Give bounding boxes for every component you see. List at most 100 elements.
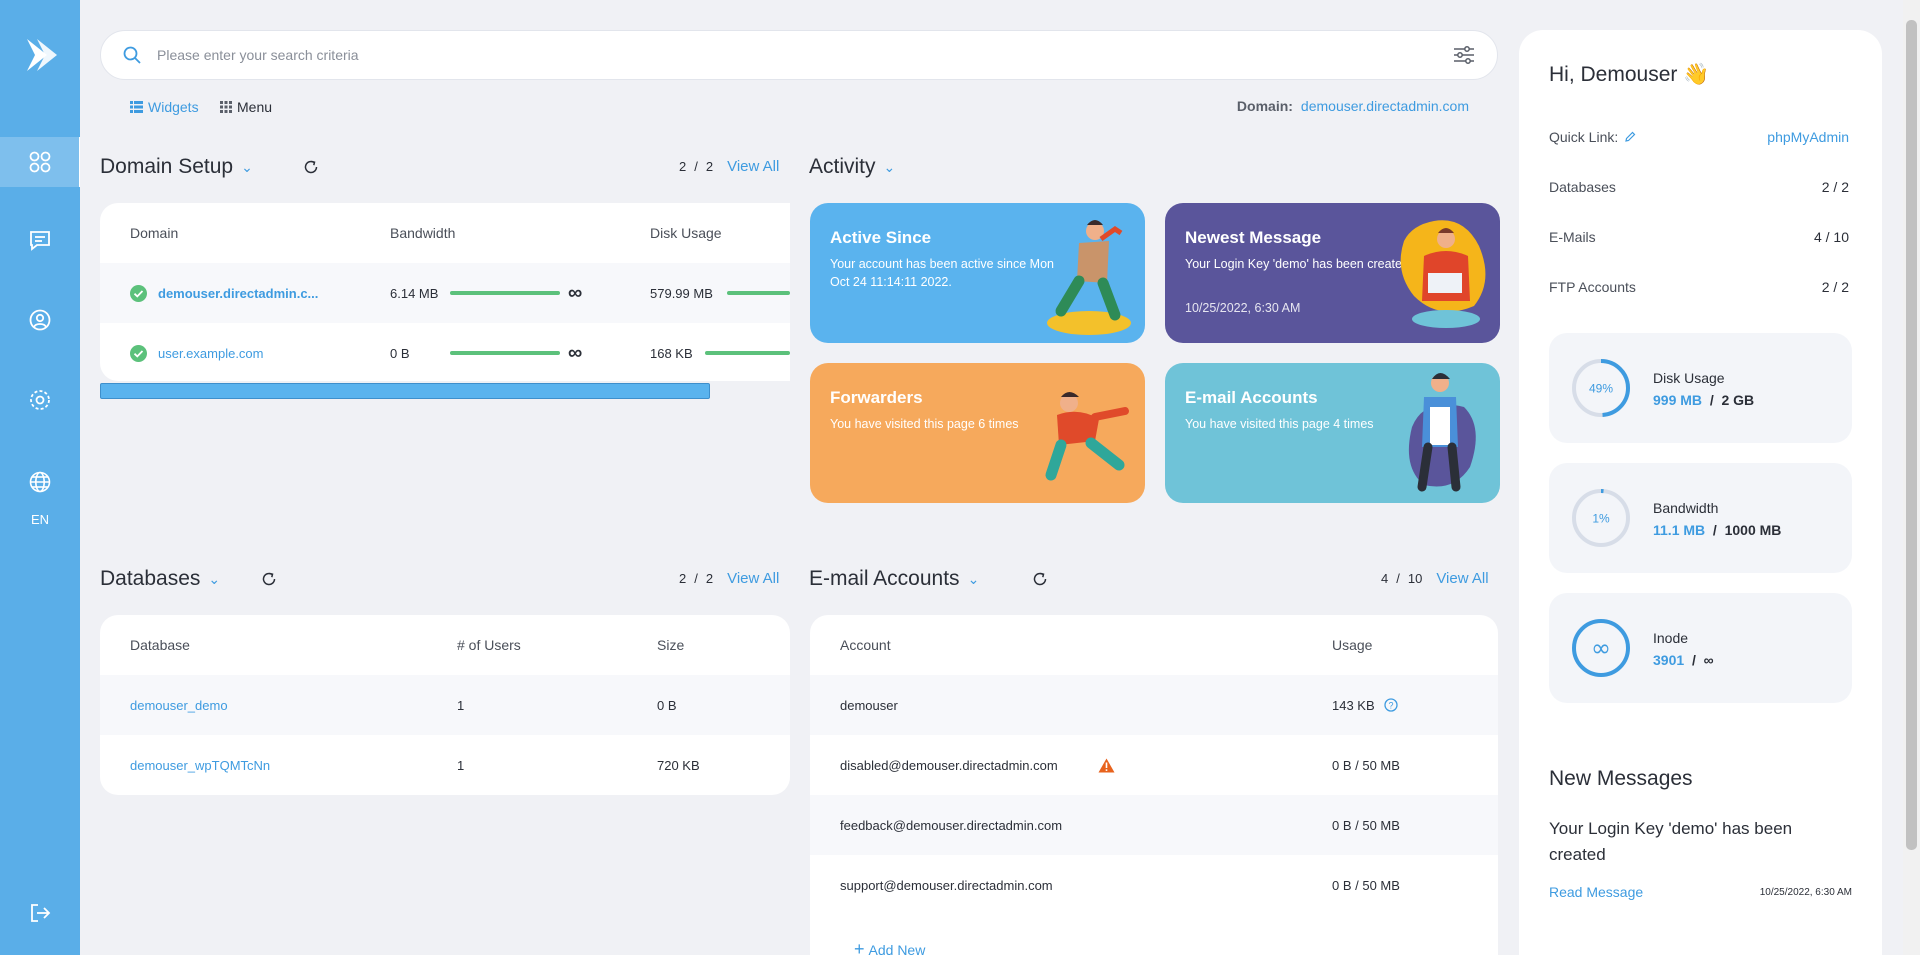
database-link[interactable]: demouser_wpTQMTcNn xyxy=(130,758,270,773)
counter-slash: / xyxy=(694,159,698,174)
bandwidth-bar xyxy=(450,291,560,295)
counter-slash: / xyxy=(694,571,698,586)
warning-icon xyxy=(1098,758,1115,772)
settings-icon[interactable] xyxy=(0,375,80,425)
bandwidth-card[interactable]: 1% Bandwidth 11.1 MB / 1000 MB xyxy=(1549,463,1852,573)
table-row[interactable]: feedback@demouser.directadmin.com 0 B / … xyxy=(810,795,1498,855)
account-name[interactable]: support@demouser.directadmin.com xyxy=(840,878,1053,893)
table-row[interactable]: support@demouser.directadmin.com 0 B / 5… xyxy=(810,855,1498,915)
table-row[interactable]: demouser 143 KB ? xyxy=(810,675,1498,735)
refresh-icon[interactable] xyxy=(261,571,277,587)
databases-count: 2 xyxy=(679,571,687,586)
databases-title-text: Databases xyxy=(100,567,201,590)
domain-selector[interactable]: Domain: demouser.directadmin.com xyxy=(1237,98,1469,114)
refresh-icon[interactable] xyxy=(303,159,319,175)
column-header-disk-usage[interactable]: Disk Usage xyxy=(650,225,722,241)
quick-link-value[interactable]: phpMyAdmin xyxy=(1767,129,1849,145)
column-header-account[interactable]: Account xyxy=(840,637,891,653)
users-value: 1 xyxy=(457,697,465,713)
svg-text:?: ? xyxy=(1388,700,1393,710)
table-row[interactable]: demouser.directadmin.c... 6.14 MB ∞ 579.… xyxy=(100,263,790,323)
domain-value[interactable]: demouser.directadmin.com xyxy=(1301,98,1469,114)
domain-counter: 2 / 2 View All xyxy=(679,158,779,175)
database-link[interactable]: demouser_demo xyxy=(130,698,228,713)
table-row[interactable]: disabled@demouser.directadmin.com 0 B / … xyxy=(810,735,1498,795)
stat-row-emails: E-Mails 4 / 10 xyxy=(1549,229,1849,245)
table-row[interactable]: demouser_wpTQMTcNn 1 720 KB xyxy=(100,735,790,795)
page-scrollbar-thumb[interactable] xyxy=(1906,20,1917,850)
email-accounts-card[interactable]: E-mail Accounts You have visited this pa… xyxy=(1165,363,1500,503)
table-row[interactable]: user.example.com 0 B ∞ 168 KB xyxy=(100,323,790,381)
read-message-link[interactable]: Read Message xyxy=(1549,884,1643,900)
person-laptop-illustration xyxy=(1400,220,1486,328)
account-name[interactable]: feedback@demouser.directadmin.com xyxy=(840,818,1062,833)
disk-usage-ring: 49% xyxy=(1572,359,1630,417)
column-header-database[interactable]: Database xyxy=(130,637,190,653)
quick-link-row: Quick Link: phpMyAdmin xyxy=(1549,129,1849,145)
disk-bar xyxy=(727,291,790,295)
infinity-icon: ∞ xyxy=(568,281,583,304)
help-icon[interactable]: ? xyxy=(1384,698,1398,712)
greeting: Hi, Demouser 👋 xyxy=(1549,63,1710,86)
disk-usage-card[interactable]: 49% Disk Usage 999 MB / 2 GB xyxy=(1549,333,1852,443)
search-input[interactable] xyxy=(157,47,1453,63)
infinity-icon: ∞ xyxy=(568,341,583,364)
activity-title[interactable]: Activity ⌄ xyxy=(809,155,895,179)
account-name[interactable]: demouser xyxy=(840,698,898,713)
disk-bar xyxy=(705,351,790,355)
message-icon[interactable] xyxy=(0,215,80,265)
size-value: 0 B xyxy=(657,697,677,713)
message-text[interactable]: Your Login Key 'demo' has been created xyxy=(1549,816,1839,868)
databases-title[interactable]: Databases ⌄ xyxy=(100,567,220,591)
refresh-icon[interactable] xyxy=(1032,571,1048,587)
dashboard-icon[interactable] xyxy=(0,137,80,187)
card-title: Active Since xyxy=(830,228,932,247)
menu-view-button[interactable]: Menu xyxy=(220,99,272,115)
page-scrollbar-track[interactable] xyxy=(1903,0,1920,955)
language-label[interactable]: EN xyxy=(0,512,80,527)
email-table: Account Usage demouser 143 KB ? disabled… xyxy=(810,615,1498,955)
domain-link[interactable]: demouser.directadmin.c... xyxy=(158,286,318,301)
bandwidth-bar xyxy=(450,351,560,355)
grid-icon xyxy=(220,101,232,113)
logout-icon[interactable] xyxy=(0,888,80,938)
databases-total: 2 xyxy=(705,571,714,586)
card-text: Your Login Key 'demo' has been created xyxy=(1185,257,1409,271)
email-accounts-title-text: E-mail Accounts xyxy=(809,567,960,590)
domain-link[interactable]: user.example.com xyxy=(158,346,264,361)
disk-value: 168 KB xyxy=(650,345,693,361)
forwarders-card[interactable]: Forwarders You have visited this page 6 … xyxy=(810,363,1145,503)
globe-icon[interactable] xyxy=(0,457,80,507)
active-since-card[interactable]: Active Since Your account has been activ… xyxy=(810,203,1145,343)
card-date: 10/25/2022, 6:30 AM xyxy=(1185,301,1301,315)
filter-icon[interactable] xyxy=(1453,45,1475,65)
table-row[interactable]: demouser_demo 1 0 B xyxy=(100,675,790,735)
newest-message-card[interactable]: Newest Message Your Login Key 'demo' has… xyxy=(1165,203,1500,343)
email-accounts-title[interactable]: E-mail Accounts ⌄ xyxy=(809,567,979,591)
bandwidth-ring: 1% xyxy=(1572,489,1630,547)
databases-view-all-link[interactable]: View All xyxy=(727,570,779,587)
domain-setup-title[interactable]: Domain Setup ⌄ xyxy=(100,155,253,179)
card-title: E-mail Accounts xyxy=(1185,388,1318,407)
horizontal-scrollbar[interactable] xyxy=(100,383,710,399)
plus-icon: + xyxy=(854,939,865,955)
logo-icon[interactable] xyxy=(0,30,80,80)
pencil-icon[interactable] xyxy=(1624,131,1636,143)
user-icon[interactable] xyxy=(0,295,80,345)
column-header-size[interactable]: Size xyxy=(657,637,684,653)
widgets-view-button[interactable]: Widgets xyxy=(130,99,199,115)
account-name[interactable]: disabled@demouser.directadmin.com xyxy=(840,758,1058,773)
column-header-users[interactable]: # of Users xyxy=(457,637,521,653)
counter-slash: / xyxy=(1396,571,1400,586)
column-header-bandwidth[interactable]: Bandwidth xyxy=(390,225,455,241)
email-view-all-link[interactable]: View All xyxy=(1436,570,1488,587)
check-circle-icon xyxy=(130,344,147,362)
domain-view-all-link[interactable]: View All xyxy=(727,158,779,175)
email-total: 10 xyxy=(1407,571,1423,586)
column-header-usage[interactable]: Usage xyxy=(1332,637,1372,653)
stat-value: 4 / 10 xyxy=(1813,229,1849,245)
inode-card[interactable]: ∞ Inode 3901 / ∞ xyxy=(1549,593,1852,703)
domain-label-text: Domain: xyxy=(1236,98,1293,114)
column-header-domain[interactable]: Domain xyxy=(130,225,178,241)
add-new-button[interactable]: + Add New xyxy=(854,939,925,955)
